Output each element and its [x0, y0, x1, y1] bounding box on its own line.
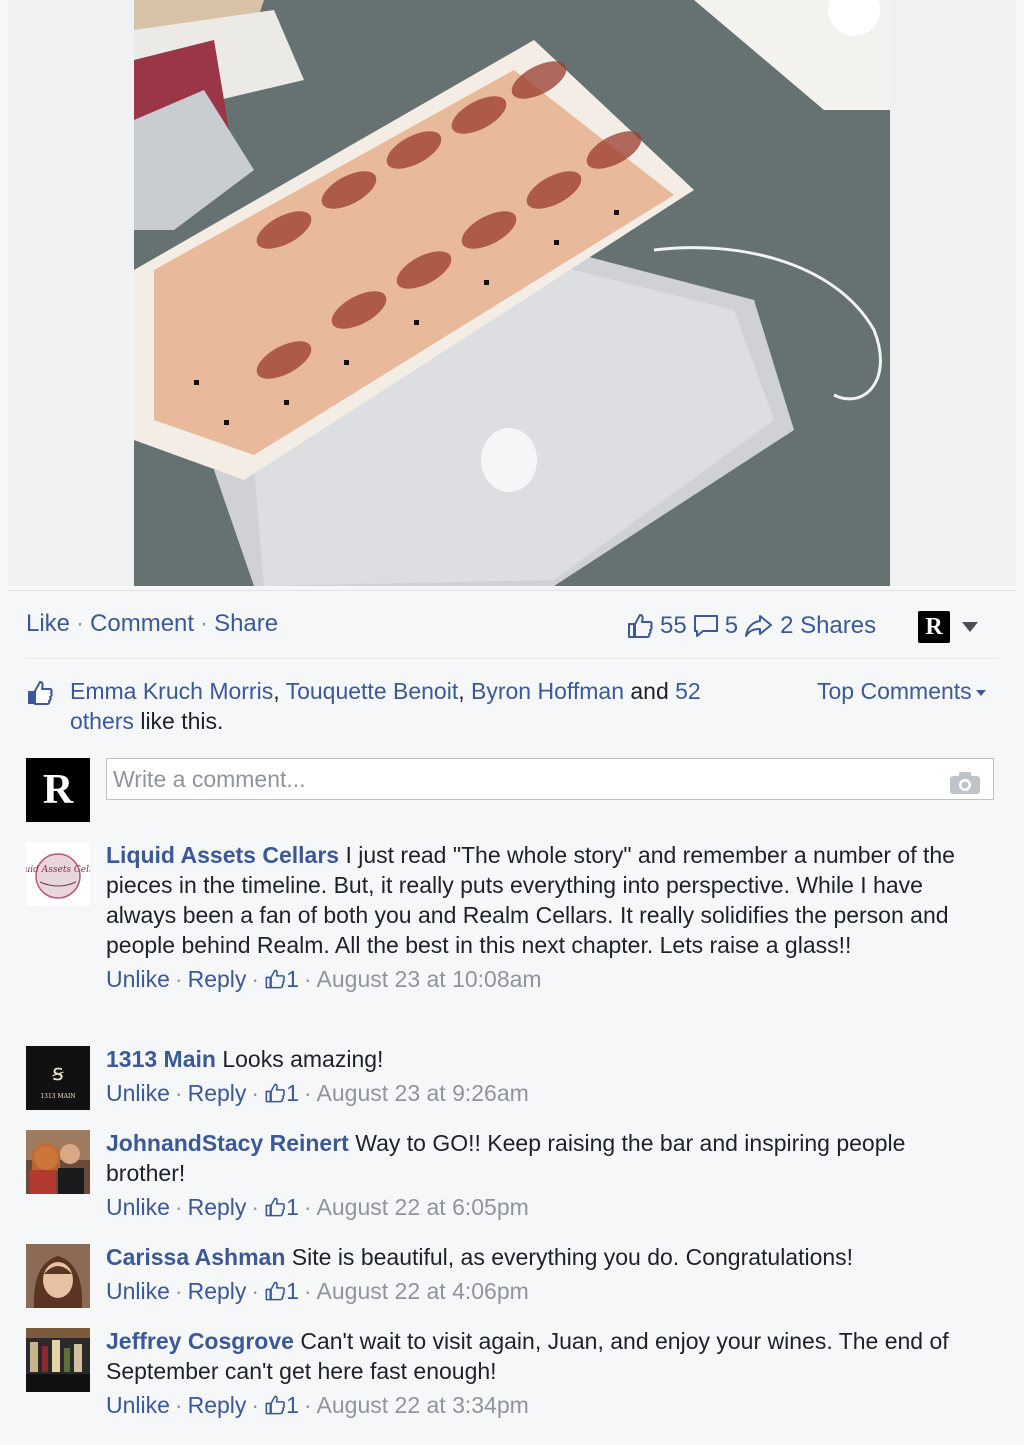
- like-thumb-icon: [264, 1392, 286, 1418]
- separator-dot: ·: [76, 610, 85, 637]
- comment-timestamp[interactable]: August 23 at 9:26am: [317, 1080, 529, 1106]
- comment-like-count[interactable]: 1: [286, 1278, 299, 1304]
- like-thumb-icon: [26, 680, 54, 713]
- page-identity-avatar[interactable]: R: [918, 611, 950, 643]
- comment-text-block: JohnandStacy Reinert Way to GO!! Keep ra…: [106, 1128, 986, 1188]
- comment-text-block: Liquid Assets Cellars I just read "The w…: [106, 840, 986, 960]
- comment-timestamp[interactable]: August 22 at 4:06pm: [317, 1278, 529, 1304]
- comment-timestamp[interactable]: August 22 at 6:05pm: [317, 1194, 529, 1220]
- comment-bubble-icon: [693, 613, 719, 639]
- camera-icon[interactable]: [949, 767, 981, 807]
- like-this-text: like this.: [140, 708, 224, 734]
- comment-input-placeholder: Write a comment...: [113, 766, 306, 792]
- avatar-logo-text: Liquid Assets Cellars: [26, 865, 90, 875]
- comment-text: Site is beautiful, as everything you do.…: [291, 1244, 854, 1270]
- comment-author-link[interactable]: Carissa Ashman: [106, 1244, 285, 1270]
- reply-link[interactable]: Reply: [188, 1194, 247, 1220]
- avatar[interactable]: Liquid Assets Cellars: [26, 842, 90, 906]
- comment-sort-dropdown[interactable]: Top Comments: [817, 676, 986, 706]
- composer-avatar: R: [26, 758, 90, 822]
- avatar[interactable]: [26, 1130, 90, 1194]
- comment-count[interactable]: 5: [725, 610, 738, 642]
- avatar-logo-text: 1313 MAIN: [40, 1093, 75, 1100]
- post-photo-illustration: [134, 0, 890, 586]
- unlike-link[interactable]: Unlike: [106, 1080, 170, 1106]
- comma: ,: [273, 678, 286, 704]
- caret-down-icon[interactable]: [962, 622, 978, 632]
- post-stats: 55 5 2 Shares: [626, 610, 876, 642]
- comment-author-link[interactable]: Liquid Assets Cellars: [106, 842, 339, 868]
- likes-summary: Emma Kruch Morris, Touquette Benoit, Byr…: [26, 676, 756, 736]
- like-thumb-icon: [264, 1194, 286, 1220]
- and-word: and: [630, 678, 669, 704]
- comment-author-link[interactable]: 1313 Main: [106, 1046, 216, 1072]
- comment-meta: Unlike · Reply · 1 · August 22 at 3:34pm: [106, 1392, 529, 1418]
- comma: ,: [458, 678, 471, 704]
- like-action-link[interactable]: Like: [26, 610, 70, 637]
- comment-like-count[interactable]: 1: [286, 1080, 299, 1106]
- share-count[interactable]: 2 Shares: [780, 610, 876, 642]
- comment-like-count[interactable]: 1: [286, 966, 299, 992]
- comment-action-link[interactable]: Comment: [90, 610, 194, 637]
- share-action-link[interactable]: Share: [214, 610, 278, 637]
- others-link[interactable]: others: [70, 708, 134, 734]
- like-thumb-icon: [626, 612, 654, 640]
- comment-text: Looks amazing!: [222, 1046, 384, 1072]
- share-arrow-icon: [744, 613, 774, 639]
- like-thumb-icon: [264, 1080, 286, 1106]
- unlike-link[interactable]: Unlike: [106, 966, 170, 992]
- separator-dot: ·: [200, 610, 209, 637]
- comment-text-block: Jeffrey Cosgrove Can't wait to visit aga…: [106, 1326, 986, 1386]
- comment-author-link[interactable]: Jeffrey Cosgrove: [106, 1328, 294, 1354]
- avatar[interactable]: [26, 1244, 90, 1308]
- svg-text:ꞩ: ꞩ: [52, 1061, 64, 1086]
- liker-name-link[interactable]: Touquette Benoit: [286, 678, 459, 704]
- comment-sort-label: Top Comments: [817, 678, 972, 704]
- reply-link[interactable]: Reply: [188, 1392, 247, 1418]
- others-count-link[interactable]: 52: [675, 678, 701, 704]
- like-thumb-icon: [264, 966, 286, 992]
- comment-text-block: Carissa Ashman Site is beautiful, as eve…: [106, 1242, 986, 1272]
- unlike-link[interactable]: Unlike: [106, 1194, 170, 1220]
- reply-link[interactable]: Reply: [188, 1278, 247, 1304]
- unlike-link[interactable]: Unlike: [106, 1278, 170, 1304]
- comment-timestamp[interactable]: August 23 at 10:08am: [317, 966, 542, 992]
- post-photo[interactable]: [134, 0, 890, 586]
- post-action-bar: Like · Comment · Share: [26, 608, 278, 640]
- avatar[interactable]: ꞩ 1313 MAIN: [26, 1046, 90, 1110]
- comment-meta: Unlike · Reply · 1 · August 23 at 10:08am: [106, 966, 542, 992]
- post-photo-frame: [8, 0, 1016, 586]
- like-count[interactable]: 55: [660, 610, 687, 642]
- reply-link[interactable]: Reply: [188, 1080, 247, 1106]
- comment-input[interactable]: Write a comment...: [106, 758, 994, 800]
- avatar[interactable]: [26, 1328, 90, 1392]
- comment-meta: Unlike · Reply · 1 · August 23 at 9:26am: [106, 1080, 529, 1106]
- comment-meta: Unlike · Reply · 1 · August 22 at 6:05pm: [106, 1194, 529, 1220]
- comment-like-count[interactable]: 1: [286, 1194, 299, 1220]
- reply-link[interactable]: Reply: [188, 966, 247, 992]
- comment-text-block: 1313 Main Looks amazing!: [106, 1044, 986, 1074]
- liker-name-link[interactable]: Emma Kruch Morris: [70, 678, 273, 704]
- comment-meta: Unlike · Reply · 1 · August 22 at 4:06pm: [106, 1278, 529, 1304]
- comment-author-link[interactable]: JohnandStacy Reinert: [106, 1130, 349, 1156]
- divider: [26, 658, 998, 659]
- comment-like-count[interactable]: 1: [286, 1392, 299, 1418]
- comment-timestamp[interactable]: August 22 at 3:34pm: [317, 1392, 529, 1418]
- liker-name-link[interactable]: Byron Hoffman: [471, 678, 624, 704]
- unlike-link[interactable]: Unlike: [106, 1392, 170, 1418]
- caret-down-icon: [975, 689, 986, 696]
- like-thumb-icon: [264, 1278, 286, 1304]
